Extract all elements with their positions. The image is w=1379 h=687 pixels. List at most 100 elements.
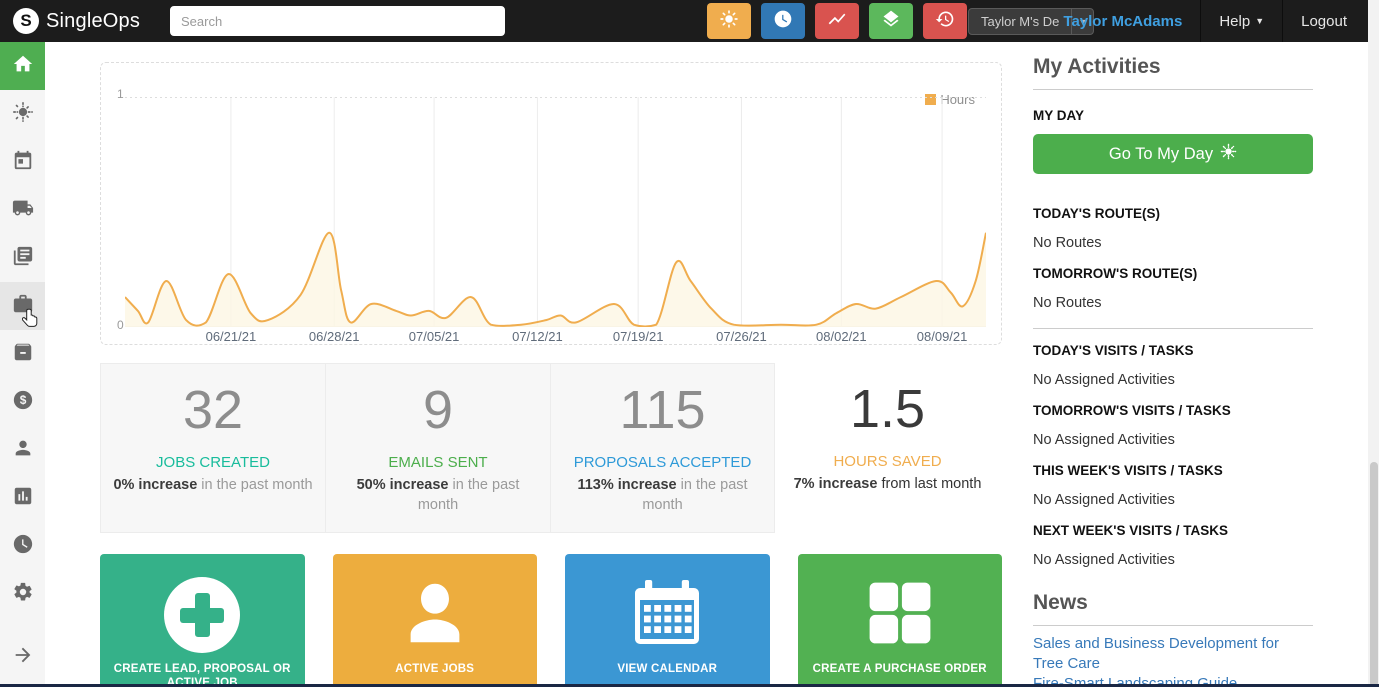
logout-link[interactable]: Logout — [1283, 0, 1365, 42]
card-label: CREATE A PURCHASE ORDER — [812, 663, 987, 675]
sidebar-item-inventory[interactable] — [0, 330, 45, 378]
training-button[interactable] — [869, 3, 913, 39]
stat-delta: 0% increase in the past month — [113, 477, 313, 493]
search-input[interactable] — [170, 6, 505, 36]
tomorrows-tasks-body: No Assigned Activities — [1033, 432, 1175, 448]
news-links: Sales and Business Development for Tree … — [1033, 634, 1313, 687]
truck-icon — [12, 197, 34, 224]
stat-jobs-created: 32 JOBS CREATED 0% increase in the past … — [100, 363, 325, 533]
tomorrows-routes-body: No Routes — [1033, 295, 1102, 311]
sidebar-collapse-toggle[interactable] — [0, 633, 45, 681]
navbar-links: Taylor McAdams Help ▼ Logout — [1045, 0, 1365, 42]
dollar-icon: $ — [12, 389, 34, 416]
bar-chart-icon — [12, 485, 34, 512]
clock-icon — [773, 9, 793, 34]
sidebar-item-payments[interactable]: $ — [0, 378, 45, 426]
layers-icon — [881, 9, 901, 34]
this-weeks-tasks-body: No Assigned Activities — [1033, 492, 1175, 508]
go-to-my-day-label: Go To My Day — [1108, 144, 1214, 163]
grid-icon — [862, 561, 938, 656]
gear-icon — [12, 581, 34, 608]
stat-label: EMAILS SENT — [388, 454, 488, 471]
plus-icon — [164, 577, 241, 653]
stat-proposals-accepted: 115 PROPOSALS ACCEPTED 113% increase in … — [550, 363, 775, 533]
my-day-button[interactable] — [707, 3, 751, 39]
hours-area-chart — [125, 97, 986, 327]
sun-icon — [12, 101, 34, 128]
sidebar-item-home[interactable] — [0, 42, 45, 90]
x-axis-tick: 07/26/21 — [716, 329, 767, 344]
my-activities-panel: My Activities MY DAY Go To My Day TODAY'… — [1033, 55, 1313, 687]
y-axis-tick-1: 1 — [117, 87, 124, 101]
sidebar-item-customers[interactable] — [0, 426, 45, 474]
sidebar-item-routes[interactable] — [0, 186, 45, 234]
time-clock-button[interactable] — [761, 3, 805, 39]
panel-title: My Activities — [1033, 55, 1313, 90]
stat-value: 32 — [182, 380, 244, 440]
view-calendar-card[interactable]: VIEW CALENDAR — [565, 554, 770, 687]
next-weeks-tasks-heading: NEXT WEEK'S VISITS / TASKS — [1033, 522, 1228, 538]
top-navbar: S SingleOps Taylor M's De ▼ Taylor McAda… — [0, 0, 1379, 42]
sidebar-item-reports[interactable] — [0, 474, 45, 522]
person-icon — [12, 437, 34, 464]
stat-value: 1.5 — [849, 379, 926, 439]
x-axis-labels: 06/21/21 06/28/21 07/05/21 07/12/21 07/19/21… — [125, 329, 986, 347]
reports-button[interactable] — [815, 3, 859, 39]
stat-delta: 50% increase in the past month — [356, 477, 520, 513]
todays-tasks-heading: TODAY'S VISITS / TASKS — [1033, 342, 1194, 358]
sun-icon — [1220, 143, 1237, 165]
history-button[interactable] — [923, 3, 967, 39]
my-day-heading: MY DAY — [1033, 107, 1085, 123]
archive-box-icon — [12, 341, 34, 368]
history-icon — [935, 9, 955, 34]
calendar-grid-icon — [627, 560, 707, 657]
sidebar-item-timesheets[interactable] — [0, 522, 45, 570]
help-label: Help — [1219, 12, 1251, 30]
next-weeks-tasks-body: No Assigned Activities — [1033, 552, 1175, 568]
singleops-logo-icon: S — [13, 8, 39, 34]
x-axis-tick: 08/09/21 — [916, 329, 968, 344]
sidebar-item-documents[interactable] — [0, 234, 45, 282]
news-link[interactable]: Sales and Business Development for Tree … — [1033, 634, 1313, 674]
go-to-my-day-button[interactable]: Go To My Day — [1033, 134, 1313, 174]
create-lead-card[interactable]: CREATE LEAD, PROPOSAL OR ACTIVE JOB — [100, 554, 305, 687]
x-axis-tick: 06/21/21 — [205, 329, 257, 344]
sidebar-item-jobs[interactable] — [0, 282, 45, 330]
home-icon — [12, 53, 34, 80]
x-axis-tick: 07/19/21 — [612, 329, 664, 344]
stat-value: 9 — [422, 380, 454, 440]
stat-emails-sent: 9 EMAILS SENT 50% increase in the past m… — [325, 363, 550, 533]
sidebar-item-settings[interactable] — [0, 570, 45, 618]
sidebar-item-calendar[interactable] — [0, 138, 45, 186]
active-jobs-card[interactable]: ACTIVE JOBS — [332, 554, 537, 687]
quick-action-buttons — [707, 3, 967, 39]
svg-text:$: $ — [19, 393, 26, 407]
stats-row: 32 JOBS CREATED 0% increase in the past … — [100, 363, 1002, 533]
stat-label: JOBS CREATED — [156, 454, 270, 471]
left-sidebar: $ — [0, 42, 45, 687]
tomorrows-routes-heading: TOMORROW'S ROUTE(S) — [1033, 265, 1198, 281]
news-title: News — [1033, 591, 1313, 626]
hours-chart-card: Hours 1 0 06/21/21 06/28/21 07/05/21 07/12/… — [100, 62, 1002, 345]
help-menu[interactable]: Help ▼ — [1201, 0, 1284, 42]
stat-delta: 7% increase from last month — [793, 476, 982, 492]
user-name-link[interactable]: Taylor McAdams — [1045, 0, 1202, 42]
brand-logo[interactable]: S SingleOps — [0, 8, 160, 34]
person-icon — [396, 560, 474, 657]
stat-hours-saved: 1.5 HOURS SAVED 7% increase from last mo… — [775, 363, 1000, 533]
line-chart-icon — [827, 9, 847, 34]
this-weeks-tasks-heading: THIS WEEK'S VISITS / TASKS — [1033, 462, 1223, 478]
action-cards-row: CREATE LEAD, PROPOSAL OR ACTIVE JOB ACTI… — [100, 554, 1002, 687]
documents-icon — [12, 245, 34, 272]
briefcase-icon — [12, 293, 34, 320]
stat-value: 115 — [619, 380, 706, 440]
divider — [1033, 328, 1313, 329]
page-scrollbar[interactable] — [1368, 0, 1379, 687]
sun-icon — [719, 9, 739, 34]
todays-tasks-body: No Assigned Activities — [1033, 372, 1175, 388]
stat-delta: 113% increase in the past month — [577, 477, 748, 513]
todays-routes-body: No Routes — [1033, 235, 1102, 251]
scrollbar-thumb[interactable] — [1369, 462, 1378, 687]
sidebar-item-my-day[interactable] — [0, 90, 45, 138]
create-purchase-order-card[interactable]: CREATE A PURCHASE ORDER — [797, 554, 1002, 687]
